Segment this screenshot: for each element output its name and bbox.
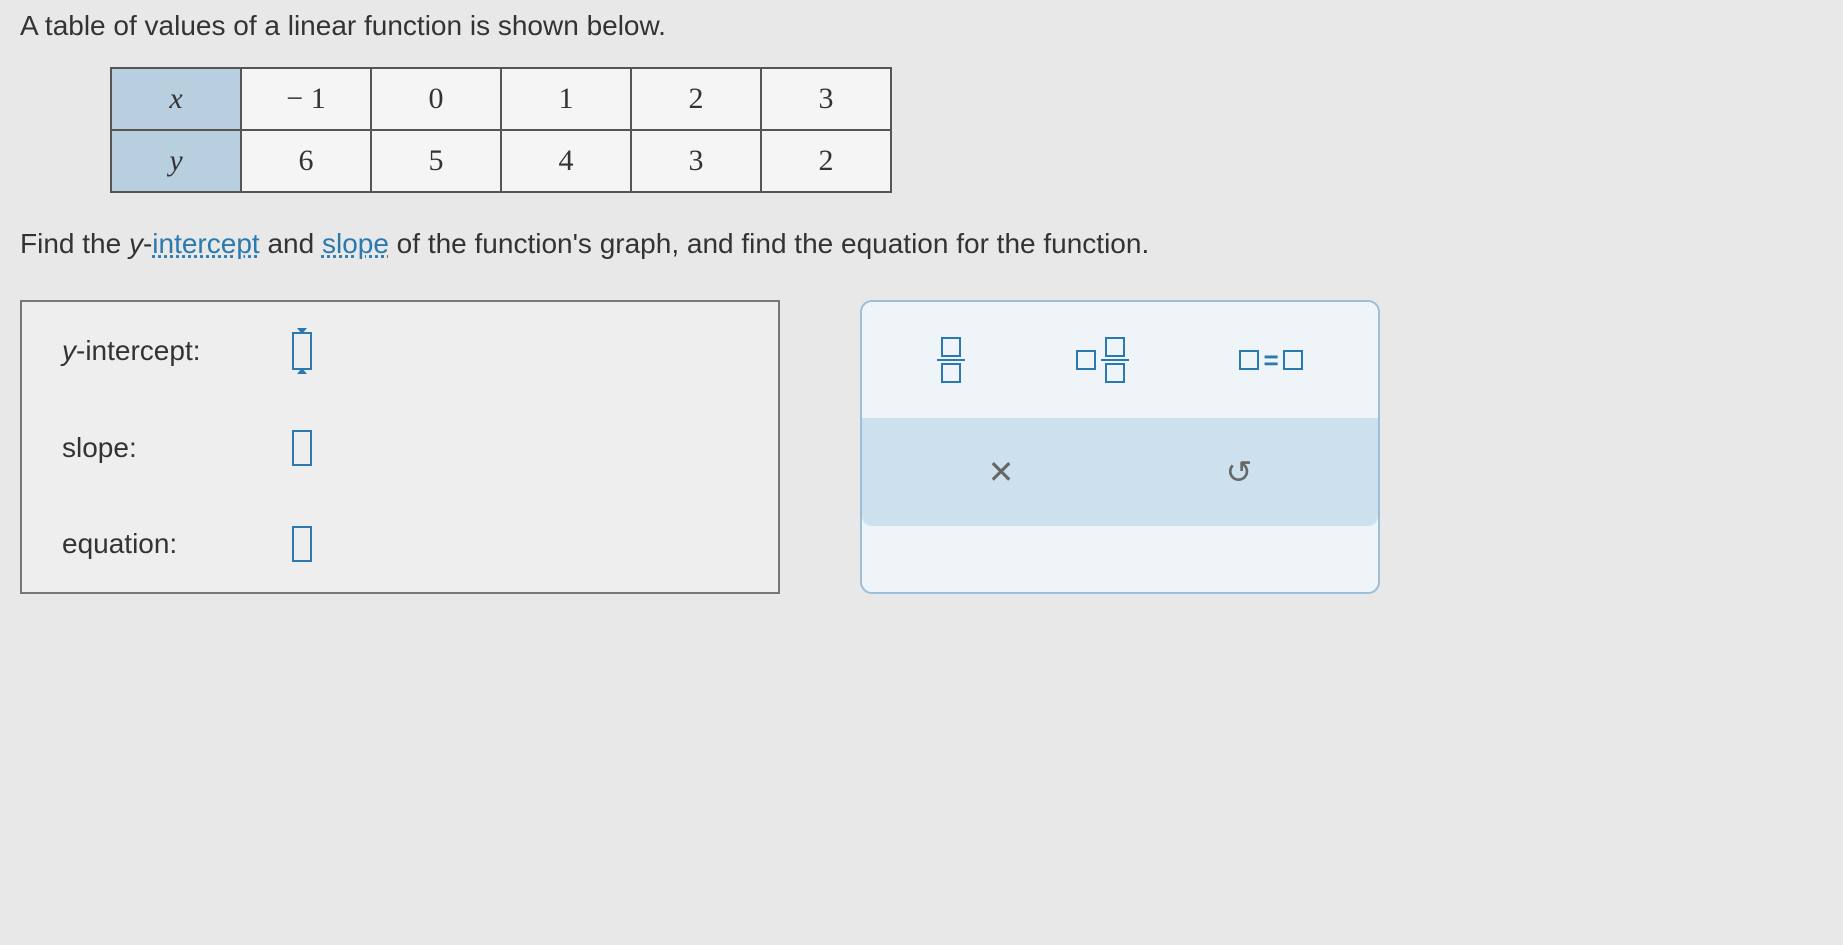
- table-row-x: x − 1 0 1 2 3: [111, 68, 891, 130]
- x-value: 0: [371, 68, 501, 130]
- link-intercept[interactable]: intercept: [152, 228, 259, 259]
- y-header: y: [111, 130, 241, 192]
- fraction-tool[interactable]: [937, 337, 965, 383]
- equation-input[interactable]: [292, 526, 312, 562]
- slope-label: slope:: [62, 432, 292, 464]
- x-value: 1: [501, 68, 631, 130]
- y-value: 6: [241, 130, 371, 192]
- answer-box: y-intercept: slope: equation:: [20, 300, 780, 594]
- undo-button[interactable]: ↺: [1206, 448, 1273, 496]
- question-text: Find the y-intercept and slope of the fu…: [20, 228, 1823, 260]
- values-table: x − 1 0 1 2 3 y 6 5 4 3 2: [110, 67, 892, 193]
- intro-text: A table of values of a linear function i…: [20, 10, 1823, 42]
- x-header: x: [111, 68, 241, 130]
- equation-tool[interactable]: =: [1239, 345, 1302, 376]
- yintercept-label: y-intercept:: [62, 335, 292, 367]
- y-value: 2: [761, 130, 891, 192]
- y-value: 5: [371, 130, 501, 192]
- mixed-number-tool[interactable]: [1076, 337, 1129, 383]
- y-value: 4: [501, 130, 631, 192]
- y-value: 3: [631, 130, 761, 192]
- tools-panel: = ✕ ↺: [860, 300, 1380, 594]
- x-value: 3: [761, 68, 891, 130]
- slope-input[interactable]: [292, 430, 312, 466]
- clear-button[interactable]: ✕: [968, 448, 1035, 496]
- x-value: − 1: [241, 68, 371, 130]
- equation-label: equation:: [62, 528, 292, 560]
- table-row-y: y 6 5 4 3 2: [111, 130, 891, 192]
- x-value: 2: [631, 68, 761, 130]
- yintercept-input[interactable]: [292, 332, 312, 370]
- link-slope[interactable]: slope: [322, 228, 389, 259]
